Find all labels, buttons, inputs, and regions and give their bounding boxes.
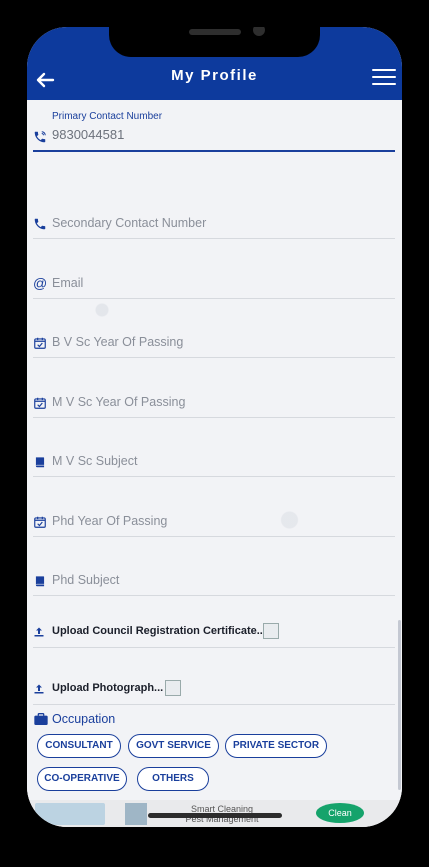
- broken-image-icon: [165, 680, 181, 696]
- calendar-check-icon: [33, 396, 47, 410]
- chip-govt-service[interactable]: GOVT SERVICE: [128, 734, 219, 758]
- email-field[interactable]: @ Email: [33, 275, 395, 299]
- secondary-contact-placeholder: Secondary Contact Number: [52, 216, 207, 230]
- page-title: My Profile: [171, 67, 258, 84]
- app-header: My Profile: [27, 27, 402, 100]
- phd-subject-field[interactable]: Phd Subject: [33, 572, 395, 596]
- mvsc-subject-placeholder: M V Sc Subject: [52, 454, 138, 468]
- field-underline: [33, 595, 395, 596]
- secondary-contact-field[interactable]: Secondary Contact Number: [33, 215, 395, 239]
- active-underline: [33, 150, 395, 152]
- primary-contact-field[interactable]: Primary Contact Number 9830044581: [33, 111, 395, 152]
- field-underline: [33, 476, 395, 477]
- email-placeholder: Email: [52, 276, 84, 290]
- upload-icon: [33, 625, 45, 637]
- phd-subject-placeholder: Phd Subject: [52, 573, 120, 587]
- book-icon: [33, 455, 47, 469]
- hamburger-menu-icon[interactable]: [372, 69, 396, 89]
- field-underline: [33, 536, 395, 537]
- occupation-label: Occupation: [52, 712, 116, 726]
- chip-private-sector[interactable]: PRIVATE SECTOR: [225, 734, 327, 758]
- banner-image: [125, 803, 147, 825]
- field-underline: [33, 704, 395, 705]
- phone-frame: My Profile Primary Contact Number 983004…: [27, 27, 402, 827]
- mvsc-year-field[interactable]: M V Sc Year Of Passing: [33, 394, 395, 418]
- upload-photo-label: Upload Photograph...: [52, 682, 164, 694]
- field-underline: [33, 238, 395, 239]
- bvsc-year-placeholder: B V Sc Year Of Passing: [52, 335, 184, 349]
- primary-contact-label: Primary Contact Number: [52, 111, 163, 122]
- upload-council-label: Upload Council Registration Certificate.…: [52, 625, 266, 637]
- calendar-check-icon: [33, 515, 47, 529]
- briefcase-icon: [33, 712, 49, 726]
- chip-others[interactable]: OTHERS: [137, 767, 209, 791]
- field-underline: [33, 417, 395, 418]
- chip-consultant[interactable]: CONSULTANT: [37, 734, 121, 758]
- phone-ringing-icon: [33, 130, 47, 144]
- chip-co-operative[interactable]: CO-OPERATIVE: [37, 767, 127, 791]
- speaker: [189, 29, 241, 35]
- phone-icon: [33, 217, 47, 231]
- broken-image-icon: [263, 623, 279, 639]
- upload-council-certificate[interactable]: Upload Council Registration Certificate.…: [33, 623, 395, 648]
- scrollbar[interactable]: [398, 620, 401, 790]
- phd-year-placeholder: Phd Year Of Passing: [52, 514, 168, 528]
- upload-photograph[interactable]: Upload Photograph...: [33, 680, 395, 705]
- primary-contact-value: 9830044581: [52, 127, 125, 142]
- book-icon: [33, 574, 47, 588]
- upload-icon: [33, 682, 45, 694]
- mvsc-subject-field[interactable]: M V Sc Subject: [33, 453, 395, 477]
- camera: [253, 27, 265, 36]
- calendar-check-icon: [33, 336, 47, 350]
- device-notch: [109, 27, 320, 57]
- field-underline: [33, 647, 395, 648]
- phd-year-field[interactable]: Phd Year Of Passing: [33, 513, 395, 537]
- banner-image: [35, 803, 105, 825]
- field-underline: [33, 357, 395, 358]
- home-indicator: [148, 813, 282, 818]
- at-sign-icon: @: [33, 275, 48, 291]
- field-underline: [33, 298, 395, 299]
- profile-form: Primary Contact Number 9830044581 Second…: [27, 100, 402, 800]
- bvsc-year-field[interactable]: B V Sc Year Of Passing: [33, 334, 395, 358]
- clean-logo: Clean: [316, 803, 364, 823]
- mvsc-year-placeholder: M V Sc Year Of Passing: [52, 395, 186, 409]
